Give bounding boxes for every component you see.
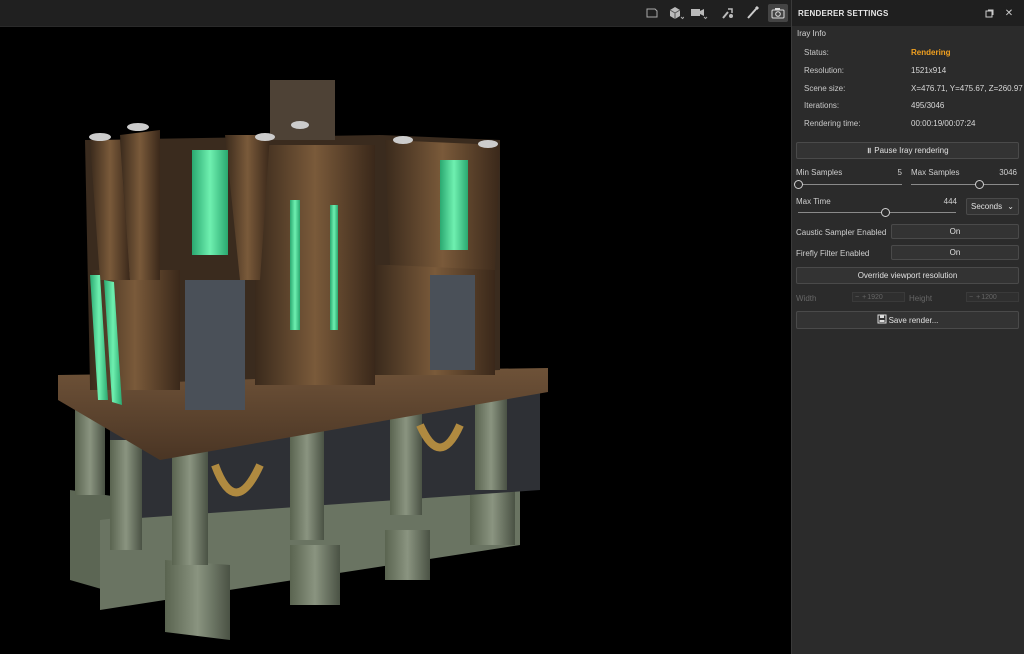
info-label: Iterations: bbox=[804, 101, 840, 110]
render-viewport[interactable] bbox=[0, 27, 791, 654]
minus-icon: − bbox=[969, 293, 974, 301]
max-samples-slider[interactable] bbox=[975, 180, 985, 189]
save-render-button[interactable]: Save render... bbox=[796, 311, 1019, 329]
panel-header: RENDERER SETTINGS ✕ bbox=[792, 0, 1024, 26]
max-samples-value: 3046 bbox=[999, 168, 1017, 177]
brush-icon[interactable] bbox=[743, 4, 763, 22]
info-row-iterations: Iterations: 495/3046 bbox=[804, 101, 1024, 115]
firefly-value: On bbox=[949, 248, 961, 257]
width-value: 1920 bbox=[867, 293, 883, 301]
caustic-label: Caustic Sampler Enabled bbox=[796, 228, 887, 237]
chevron-down-icon: ⌄ bbox=[1007, 202, 1014, 211]
time-unit-select[interactable]: Seconds ⌄ bbox=[966, 198, 1019, 215]
override-viewport-resolution-button[interactable]: Override viewport resolution bbox=[796, 267, 1019, 284]
section-title-iray-info: Iray Info bbox=[797, 29, 826, 38]
max-samples-label: Max Samples bbox=[911, 168, 960, 177]
max-time-track[interactable] bbox=[798, 212, 956, 213]
info-label: Status: bbox=[804, 48, 829, 57]
save-icon bbox=[877, 314, 887, 326]
renderer-settings-panel: RENDERER SETTINGS ✕ Iray Info Status: Re… bbox=[791, 0, 1024, 654]
min-samples-label: Min Samples bbox=[796, 168, 843, 177]
close-icon[interactable]: ✕ bbox=[1002, 6, 1016, 20]
caustic-toggle[interactable]: On bbox=[891, 224, 1019, 239]
pause-label: Pause Iray rendering bbox=[874, 146, 949, 155]
max-time-label: Max Time bbox=[796, 197, 831, 206]
rendering-time-value: 00:00:19/00:07:24 bbox=[911, 119, 976, 128]
render-camera-icon[interactable] bbox=[768, 4, 788, 22]
frame-icon[interactable] bbox=[642, 4, 662, 22]
width-field[interactable]: − + 1920 bbox=[852, 292, 905, 302]
max-time-value: 444 bbox=[943, 197, 957, 206]
min-samples-track[interactable] bbox=[798, 184, 902, 185]
width-label: Width bbox=[796, 294, 817, 303]
height-field[interactable]: − + 1200 bbox=[966, 292, 1019, 302]
status-value: Rendering bbox=[911, 48, 951, 57]
plus-icon: + bbox=[862, 293, 867, 301]
cube-icon[interactable] bbox=[666, 4, 686, 22]
scene-size-value: X=476.71, Y=475.67, Z=260.97 bbox=[911, 84, 1023, 93]
override-label: Override viewport resolution bbox=[857, 271, 958, 280]
viewport-toolbar bbox=[0, 0, 791, 27]
pause-icon: ॥ bbox=[866, 146, 872, 155]
undock-icon[interactable] bbox=[982, 6, 996, 20]
info-label: Resolution: bbox=[804, 66, 845, 75]
info-label: Rendering time: bbox=[804, 119, 861, 128]
height-label: Height bbox=[909, 294, 933, 303]
caustic-value: On bbox=[949, 227, 961, 236]
max-time-slider[interactable] bbox=[880, 208, 890, 217]
info-label: Scene size: bbox=[804, 84, 846, 93]
max-samples-track[interactable] bbox=[911, 184, 1019, 185]
info-row-resolution: Resolution: 1521x914 bbox=[804, 66, 1024, 80]
minus-icon: − bbox=[855, 293, 860, 301]
min-samples-slider[interactable] bbox=[794, 180, 803, 189]
panel-title: RENDERER SETTINGS bbox=[798, 8, 889, 18]
rendered-scene-image bbox=[58, 80, 548, 640]
info-row-rendering-time: Rendering time: 00:00:19/00:07:24 bbox=[804, 119, 1024, 133]
save-label: Save render... bbox=[888, 315, 939, 325]
tools-icon[interactable] bbox=[718, 4, 738, 22]
pause-iray-button[interactable]: ॥ Pause Iray rendering bbox=[796, 142, 1019, 159]
height-value: 1200 bbox=[981, 293, 997, 301]
info-row-status: Status: Rendering bbox=[804, 48, 1024, 62]
min-samples-value: 5 bbox=[897, 168, 902, 177]
firefly-label: Firefly Filter Enabled bbox=[796, 249, 870, 258]
info-row-scene-size: Scene size: X=476.71, Y=475.67, Z=260.97 bbox=[804, 84, 1024, 98]
iterations-value: 495/3046 bbox=[911, 101, 945, 110]
camera-icon[interactable] bbox=[689, 4, 709, 22]
time-unit-value: Seconds bbox=[971, 202, 1003, 211]
plus-icon: + bbox=[976, 293, 981, 301]
firefly-toggle[interactable]: On bbox=[891, 245, 1019, 260]
resolution-value: 1521x914 bbox=[911, 66, 947, 75]
